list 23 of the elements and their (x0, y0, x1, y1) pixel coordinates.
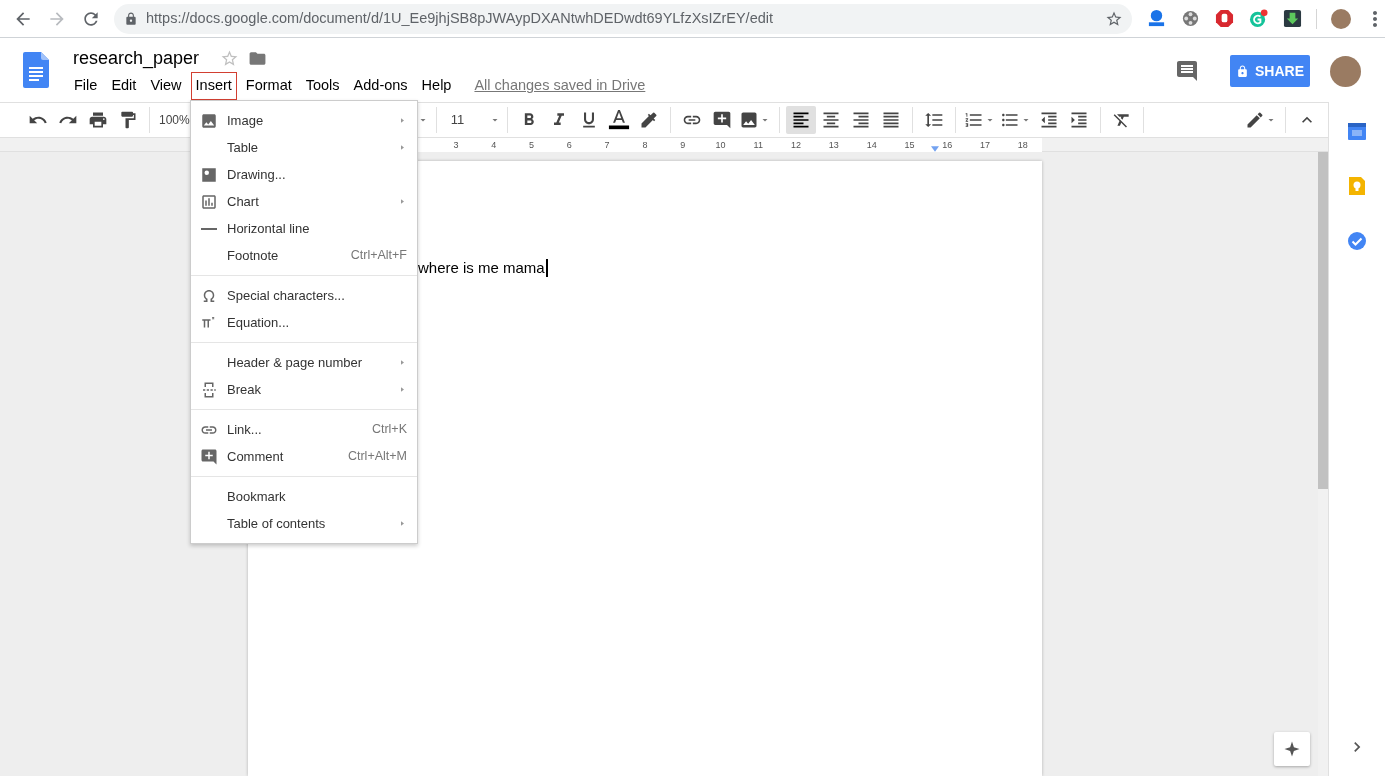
ruler-number: 7 (604, 140, 610, 150)
ruler-number: 5 (529, 140, 534, 150)
url-text: https://docs.google.com/document/d/1U_Ee9jhjSB8pJWAypDXANtwhDEDwdt69YLfzXsIZrEY/edit (146, 8, 774, 28)
ruler-number: 9 (680, 140, 686, 150)
ruler-number: 15 (904, 140, 915, 150)
ruler-number: 10 (715, 140, 726, 150)
ruler-number: 8 (642, 140, 648, 150)
ruler-number: 17 (980, 140, 991, 150)
ruler-number: 11 (753, 140, 763, 150)
ruler-number: 18 (1017, 140, 1028, 150)
menu-item-label: Image (227, 111, 264, 130)
shortcut-text: Ctrl+K (371, 421, 407, 439)
ruler-number: 4 (491, 140, 497, 150)
ruler-number: 3 (453, 140, 459, 150)
body-text: where is me mama (418, 258, 545, 278)
shortcut-text: Ctrl+Alt+M (347, 448, 407, 466)
ruler-number: 6 (566, 140, 572, 150)
ruler-number: 12 (791, 140, 802, 150)
ruler-number: 14 (866, 140, 877, 150)
shortcut-text: Ctrl+Alt+F (350, 247, 407, 265)
ruler-number: 16 (942, 140, 953, 150)
ruler-number: 13 (828, 140, 839, 150)
menu-item-label: Table (227, 138, 259, 157)
